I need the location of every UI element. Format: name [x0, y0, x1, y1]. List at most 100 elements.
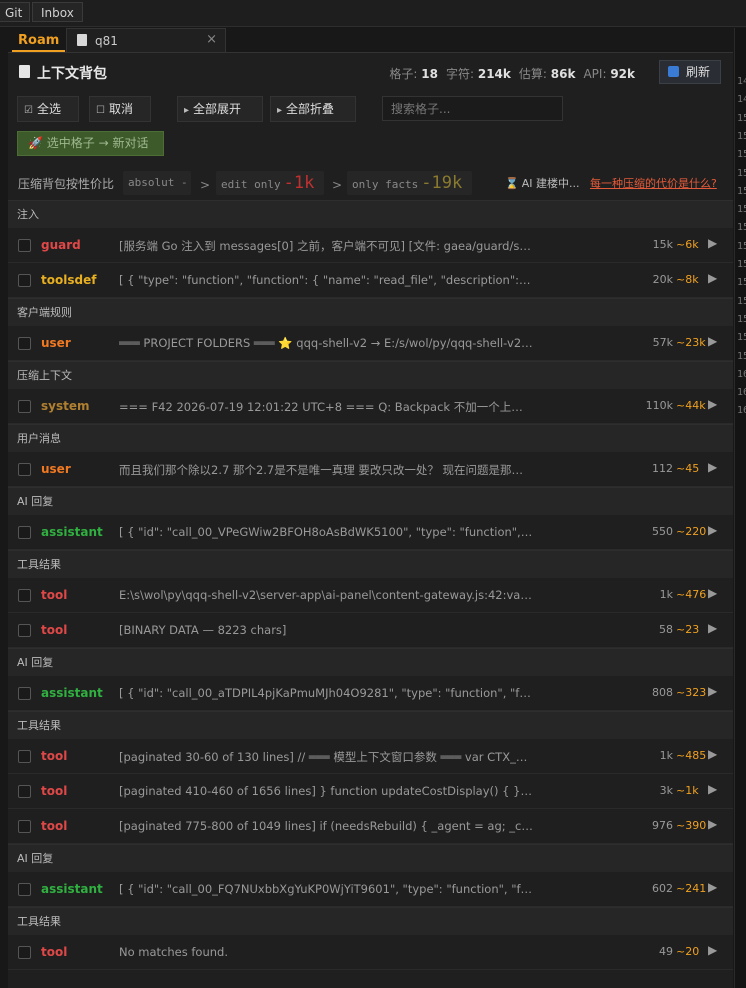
- cell-checkbox[interactable]: [18, 400, 31, 413]
- clipboard-icon: [19, 65, 30, 78]
- cell-row[interactable]: assistant [ { "id": "call_00_aTDPIL4pjKaP…: [8, 676, 733, 711]
- cell-row[interactable]: tool [paginated 410-460 of 1656 lines] } …: [8, 774, 733, 809]
- cell-row[interactable]: tool No matches found. 49 ~20 ▶: [8, 935, 733, 970]
- stat-value: 18: [421, 67, 438, 81]
- cell-row[interactable]: user ═══ PROJECT FOLDERS ═══ ⭐ qqq-shell-…: [8, 326, 733, 361]
- cell-row[interactable]: user 而且我们那个除以2.7 那个2.7是不是唯一真理 要改只改一处？ 现在问…: [8, 452, 733, 487]
- tab-file-q81[interactable]: q81 ×: [66, 28, 226, 52]
- line-number: 15: [737, 167, 746, 179]
- git-button[interactable]: Git: [0, 2, 30, 22]
- play-icon[interactable]: ▶: [708, 747, 717, 761]
- section-header: 用户消息: [8, 424, 733, 452]
- section-header: 注入: [8, 200, 733, 228]
- cell-row[interactable]: assistant [ { "id": "call_00_FQ7NUxbbXgYu…: [8, 872, 733, 907]
- cell-checkbox[interactable]: [18, 239, 31, 252]
- cell-checkbox[interactable]: [18, 687, 31, 700]
- compress-label: 压缩背包按性价比: [18, 177, 115, 191]
- cell-checkbox[interactable]: [18, 589, 31, 602]
- cell-role: assistant: [41, 686, 103, 700]
- cell-size: 3k: [659, 784, 673, 797]
- play-icon[interactable]: ▶: [708, 817, 717, 831]
- play-icon[interactable]: ▶: [708, 880, 717, 894]
- play-icon[interactable]: ▶: [708, 943, 717, 957]
- tab-roam[interactable]: Roam: [12, 28, 66, 52]
- cell-checkbox[interactable]: [18, 526, 31, 539]
- cell-checkbox[interactable]: [18, 463, 31, 476]
- cell-role: tool: [41, 749, 68, 763]
- play-icon[interactable]: ▶: [708, 621, 717, 635]
- play-icon[interactable]: ▶: [708, 236, 717, 250]
- stat-value: 86k: [550, 67, 576, 81]
- cell-preview: [ { "id": "call_00_aTDPIL4pjKaPmuMJh04O9…: [119, 686, 534, 700]
- tab-bar: Roam q81 ×: [8, 28, 733, 53]
- cell-size: 58: [659, 623, 673, 636]
- close-icon[interactable]: ×: [206, 32, 217, 47]
- play-icon[interactable]: ▶: [708, 334, 717, 348]
- cell-tokens: ~8k: [676, 273, 699, 286]
- cell-row[interactable]: tool [BINARY DATA — 8223 chars] 58 ~23 ▶: [8, 613, 733, 648]
- play-icon[interactable]: ▶: [708, 397, 717, 411]
- section-header: 工具结果: [8, 907, 733, 935]
- play-icon[interactable]: ▶: [708, 586, 717, 600]
- arrow-icon: >: [200, 178, 211, 192]
- refresh-button[interactable]: 刷新: [659, 60, 721, 84]
- cell-checkbox[interactable]: [18, 820, 31, 833]
- play-icon[interactable]: ▶: [708, 782, 717, 796]
- cell-checkbox[interactable]: [18, 785, 31, 798]
- cell-size: 57k: [652, 336, 673, 349]
- triangle-icon: ▸: [184, 105, 190, 116]
- cell-row[interactable]: system === F42 2026-07-19 12:01:22 UTC+8 …: [8, 389, 733, 424]
- cell-checkbox[interactable]: [18, 883, 31, 896]
- cell-checkbox[interactable]: [18, 274, 31, 287]
- cell-row[interactable]: tool E:\s\wol\py\qqq-shell-v2\server-app\…: [8, 578, 733, 613]
- cell-row[interactable]: tool [paginated 30-60 of 130 lines] // ══…: [8, 739, 733, 774]
- compress-level-absolut[interactable]: absolut -: [123, 171, 191, 195]
- cell-preview: [ { "id": "call_00_VPeGWiw2BFOH8oAsBdWK5…: [119, 525, 534, 539]
- context-backpack-panel: 上下文背包 格子: 18 字符: 214k 估算: 86k API: 92k 刷新 ☑…: [8, 53, 733, 988]
- compress-level-edit-only[interactable]: edit only -1k: [216, 171, 324, 195]
- cell-checkbox[interactable]: [18, 337, 31, 350]
- tab-file-label: q81: [95, 34, 118, 48]
- compress-bar: 压缩背包按性价比 absolut - > edit only -1k > only…: [8, 166, 733, 200]
- page-title: 上下文背包: [37, 66, 107, 82]
- cell-size: 602: [652, 882, 673, 895]
- stat-label: 估算:: [518, 67, 547, 81]
- cell-preview: E:\s\wol\py\qqq-shell-v2\server-app\ai-p…: [119, 588, 534, 602]
- cell-preview: === F42 2026-07-19 12:01:22 UTC+8 === Q:…: [119, 400, 534, 414]
- cell-tokens: ~220: [676, 525, 707, 538]
- expand-all-button[interactable]: ▸ 全部展开: [177, 96, 263, 122]
- cell-checkbox[interactable]: [18, 946, 31, 959]
- cell-preview: [服务端 Go 注入到 messages[0] 之前，客户端不可见] [文件: …: [119, 239, 534, 253]
- line-number: 16: [737, 368, 746, 380]
- compress-level-only-facts[interactable]: only facts -19k: [347, 171, 472, 195]
- inbox-button[interactable]: Inbox: [32, 2, 83, 22]
- cell-row[interactable]: toolsdef [ { "type": "function", "functio…: [8, 263, 733, 298]
- hourglass-icon: ⌛: [505, 177, 519, 190]
- collapse-all-button[interactable]: ▸ 全部折叠: [270, 96, 356, 122]
- cell-checkbox[interactable]: [18, 750, 31, 763]
- cell-row[interactable]: tool [paginated 775-800 of 1049 lines] if…: [8, 809, 733, 844]
- play-icon[interactable]: ▶: [708, 523, 717, 537]
- cell-tokens: ~241: [676, 882, 707, 895]
- cell-preview: No matches found.: [119, 945, 229, 959]
- line-number: 15: [737, 332, 746, 344]
- search-input[interactable]: [382, 96, 563, 121]
- cell-role: guard: [41, 238, 81, 252]
- arrow-icon: >: [332, 178, 343, 192]
- cancel-button[interactable]: ☐ 取消: [89, 96, 151, 122]
- compression-cost-link[interactable]: 每一种压缩的代价是什么?: [590, 175, 717, 191]
- play-icon[interactable]: ▶: [708, 684, 717, 698]
- line-number: 15: [737, 204, 746, 216]
- cell-checkbox[interactable]: [18, 624, 31, 637]
- section-header: AI 回复: [8, 648, 733, 676]
- select-all-button[interactable]: ☑ 全选: [17, 96, 79, 122]
- stat-label: API:: [583, 67, 607, 81]
- cell-row[interactable]: assistant [ { "id": "call_00_VPeGWiw2BFOH…: [8, 515, 733, 550]
- play-icon[interactable]: ▶: [708, 271, 717, 285]
- play-icon[interactable]: ▶: [708, 460, 717, 474]
- new-chat-button[interactable]: 🚀 选中格子 → 新对话: [17, 131, 164, 156]
- top-bar: Git Inbox: [0, 0, 746, 27]
- cell-row[interactable]: guard [服务端 Go 注入到 messages[0] 之前，客户端不可见] …: [8, 228, 733, 263]
- cell-size: 20k: [652, 273, 673, 286]
- cell-size: 1k: [659, 749, 673, 762]
